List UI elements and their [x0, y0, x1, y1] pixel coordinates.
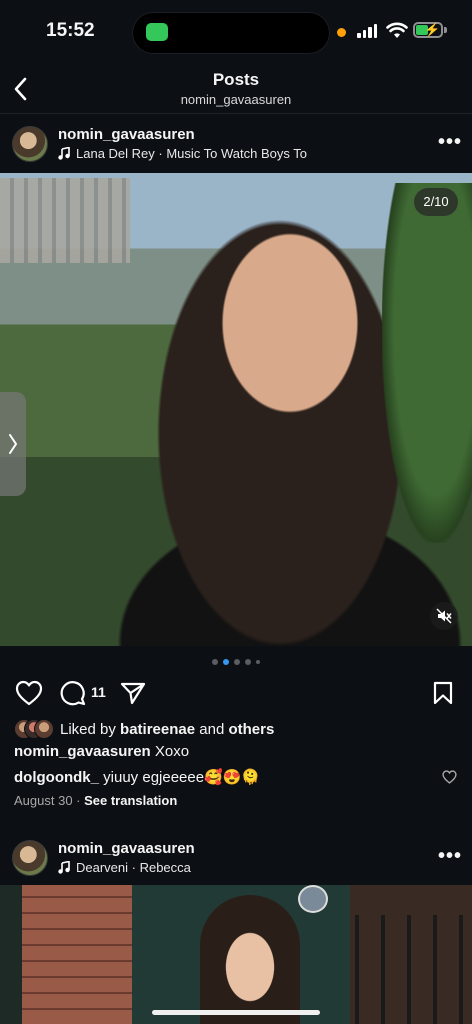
liked-mid: and — [195, 720, 229, 738]
page-title: Posts — [212, 70, 260, 89]
comment-bubble-icon[interactable] — [60, 680, 86, 706]
liker-avatar — [34, 719, 54, 739]
date-separator: · — [72, 793, 85, 808]
battery-cap — [444, 27, 447, 33]
round-window — [298, 885, 328, 913]
like-heart-icon[interactable] — [15, 680, 43, 706]
carousel-counter: 2/10 — [414, 188, 458, 216]
post2-more-options-icon[interactable]: ••• — [438, 845, 462, 868]
carousel-dots — [0, 659, 472, 665]
post2-music-text: Dearveni · Rebecca — [76, 860, 191, 875]
post1-date-row: August 30 · See translation — [14, 793, 177, 808]
liked-user[interactable]: batireenae — [120, 721, 195, 738]
post2-music-link[interactable]: Dearveni · Rebecca — [58, 860, 191, 875]
post1-more-options-icon[interactable]: ••• — [438, 131, 462, 154]
chevron-right-icon — [9, 434, 18, 454]
comment-text: yiuuy egjeeeee🥰😍🫠 — [99, 769, 261, 786]
status-time: 15:52 — [46, 20, 95, 41]
post1-music-link[interactable]: Lana Del Rey · Music To Watch Boys To — [58, 146, 307, 161]
person-portrait — [200, 895, 300, 1024]
dynamic-island — [132, 12, 330, 54]
carousel-dot — [234, 659, 240, 665]
save-bookmark-icon[interactable] — [432, 680, 454, 706]
post-date: August 30 — [14, 793, 73, 808]
post1-music-text: Lana Del Rey · Music To Watch Boys To — [76, 146, 307, 161]
post2-username[interactable]: nomin_gavaasuren — [58, 840, 195, 857]
header-divider — [0, 113, 472, 114]
post2-photo[interactable] — [0, 885, 472, 1024]
carousel-dot — [245, 659, 251, 665]
see-translation-link[interactable]: See translation — [84, 793, 177, 808]
camera-indicator-icon — [146, 23, 168, 41]
cellular-signal-icon — [357, 24, 377, 38]
comment-count[interactable]: 11 — [91, 684, 106, 700]
home-indicator[interactable] — [152, 1010, 320, 1015]
mute-button[interactable] — [430, 602, 458, 630]
post1-avatar[interactable] — [12, 126, 48, 162]
post1-caption: nomin_gavaasuren Xoxo — [14, 743, 189, 760]
liked-by-row[interactable]: Liked by batireenae and others — [14, 719, 274, 739]
post2-avatar[interactable] — [12, 840, 48, 876]
privacy-indicator-icon — [337, 28, 346, 37]
battery-icon: ⚡ — [413, 22, 443, 38]
brick-wall — [22, 885, 132, 1024]
caption-username[interactable]: nomin_gavaasuren — [14, 743, 151, 760]
share-send-icon[interactable] — [119, 680, 147, 706]
carousel-dot — [256, 660, 260, 664]
background-tree — [382, 183, 472, 543]
music-note-icon — [58, 861, 70, 874]
background-building — [0, 178, 130, 263]
wifi-icon — [386, 22, 408, 38]
carousel-dot — [212, 659, 218, 665]
speaker-muted-icon — [436, 608, 452, 624]
railing — [355, 915, 472, 1024]
post1-username[interactable]: nomin_gavaasuren — [58, 126, 195, 143]
comment-like-heart-icon[interactable] — [442, 770, 457, 784]
liked-prefix: Liked by — [60, 720, 121, 738]
carousel-next-tab[interactable] — [0, 392, 26, 496]
music-note-icon — [58, 147, 70, 160]
post1-top-comment[interactable]: dolgoondk_ yiuuy egjeeeee🥰😍🫠 — [14, 768, 260, 786]
page-subtitle[interactable]: nomin_gavaasuren — [0, 92, 472, 107]
carousel-dot-active — [223, 659, 229, 665]
comment-username[interactable]: dolgoondk_ — [14, 769, 99, 786]
post1-photo[interactable] — [0, 173, 472, 646]
liked-avatars — [14, 719, 54, 739]
caption-text: Xoxo — [150, 743, 190, 760]
liked-others[interactable]: others — [228, 721, 274, 738]
